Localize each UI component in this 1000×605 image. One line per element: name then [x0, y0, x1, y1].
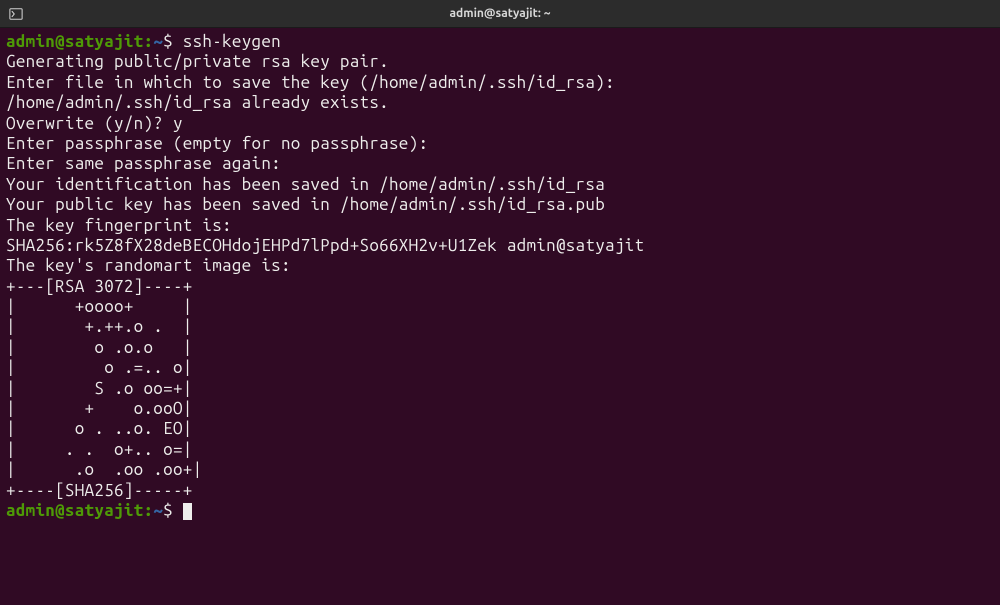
randomart-line: +---[RSA 3072]----+ — [6, 277, 994, 297]
terminal-window: admin@satyajit: ~ admin@satyajit:~$ ssh-… — [0, 0, 1000, 605]
randomart-line: | +.++.o . | — [6, 317, 994, 337]
prompt-colon: : — [143, 501, 153, 520]
output-line: Your identification has been saved in /h… — [6, 175, 994, 195]
output-line: Your public key has been saved in /home/… — [6, 195, 994, 215]
output-line: The key's randomart image is: — [6, 256, 994, 276]
output-line: Enter same passphrase again: — [6, 154, 994, 174]
prompt-user: admin@satyajit — [6, 501, 143, 520]
randomart-line: | . . o+.. o=| — [6, 440, 994, 460]
prompt-dollar: $ — [163, 32, 183, 51]
randomart-line: | +oooo+ | — [6, 297, 994, 317]
window-title: admin@satyajit: ~ — [450, 7, 551, 20]
output-line: Enter passphrase (empty for no passphras… — [6, 134, 994, 154]
prompt-line-2: admin@satyajit:~$ — [6, 501, 994, 521]
randomart-line: | o . ..o. EO| — [6, 419, 994, 439]
window-titlebar[interactable]: admin@satyajit: ~ — [0, 0, 1000, 28]
randomart-line: | + o.ooO| — [6, 399, 994, 419]
prompt-user: admin@satyajit — [6, 32, 143, 51]
prompt-dollar: $ — [163, 501, 183, 520]
output-line: /home/admin/.ssh/id_rsa already exists. — [6, 93, 994, 113]
output-line: Overwrite (y/n)? y — [6, 114, 994, 134]
command-text: ssh-keygen — [183, 32, 281, 51]
cursor — [183, 503, 192, 520]
output-line: Enter file in which to save the key (/ho… — [6, 73, 994, 93]
output-line: The key fingerprint is: — [6, 216, 994, 236]
terminal-icon — [8, 6, 24, 22]
prompt-path: ~ — [153, 32, 163, 51]
randomart-line: | S .o oo=+| — [6, 379, 994, 399]
randomart-line: | .o .oo .oo+| — [6, 460, 994, 480]
prompt-colon: : — [143, 32, 153, 51]
prompt-line-1: admin@satyajit:~$ ssh-keygen — [6, 32, 994, 52]
randomart-line: +----[SHA256]-----+ — [6, 481, 994, 501]
output-line: SHA256:rk5Z8fX28deBECOHdojEHPd7lPpd+So66… — [6, 236, 994, 256]
output-line: Generating public/private rsa key pair. — [6, 52, 994, 72]
prompt-path: ~ — [153, 501, 163, 520]
randomart-line: | o .=.. o| — [6, 358, 994, 378]
terminal-body[interactable]: admin@satyajit:~$ ssh-keygen Generating … — [0, 28, 1000, 605]
randomart-line: | o .o.o | — [6, 338, 994, 358]
